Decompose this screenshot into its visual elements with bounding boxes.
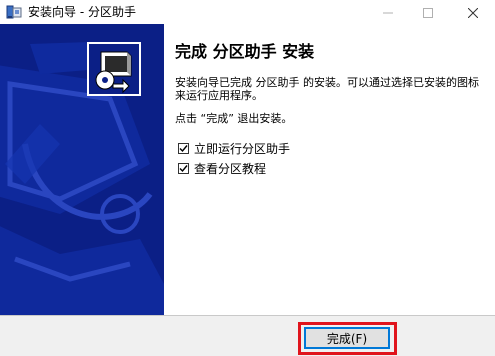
minimize-icon [383,3,393,22]
finish-description: 安装向导已完成 分区助手 的安装。可以通过选择已安装的图标来运行应用程序。 [175,76,479,102]
view-tutorial-checkbox[interactable] [178,162,189,174]
checkmark-icon [179,164,188,172]
run-app-option[interactable]: 立即运行分区助手 [178,140,290,156]
maximize-button[interactable] [410,0,446,24]
wizard-banner [0,24,164,315]
wizard-footer: 完成(F) [0,315,495,356]
wizard-content: 完成 分区助手 安装 安装向导已完成 分区助手 的安装。可以通过选择已安装的图标… [164,24,495,315]
minimize-button[interactable] [370,0,406,24]
close-icon [467,3,479,22]
page-title: 完成 分区助手 安装 [175,42,315,61]
installer-window: 安装向导 - 分区助手 完成 分区助手 安装 安装向导已完成 分区助手 的安装。… [0,0,495,356]
window-title: 安装向导 - 分区助手 [28,5,136,19]
title-bar[interactable]: 安装向导 - 分区助手 [0,0,495,24]
finish-hint: 点击 “完成” 退出安装。 [175,112,293,125]
view-tutorial-label: 查看分区教程 [194,161,267,176]
run-app-label: 立即运行分区助手 [194,141,291,156]
finish-button[interactable]: 完成(F) [304,327,390,349]
checkmark-icon [179,144,188,152]
installer-app-icon [6,4,22,20]
close-button[interactable] [455,0,491,24]
installer-computer-icon [87,42,141,96]
view-tutorial-option[interactable]: 查看分区教程 [178,160,266,176]
maximize-icon [423,3,433,22]
run-app-checkbox[interactable] [178,142,189,154]
finish-button-label: 完成(F) [326,331,368,346]
